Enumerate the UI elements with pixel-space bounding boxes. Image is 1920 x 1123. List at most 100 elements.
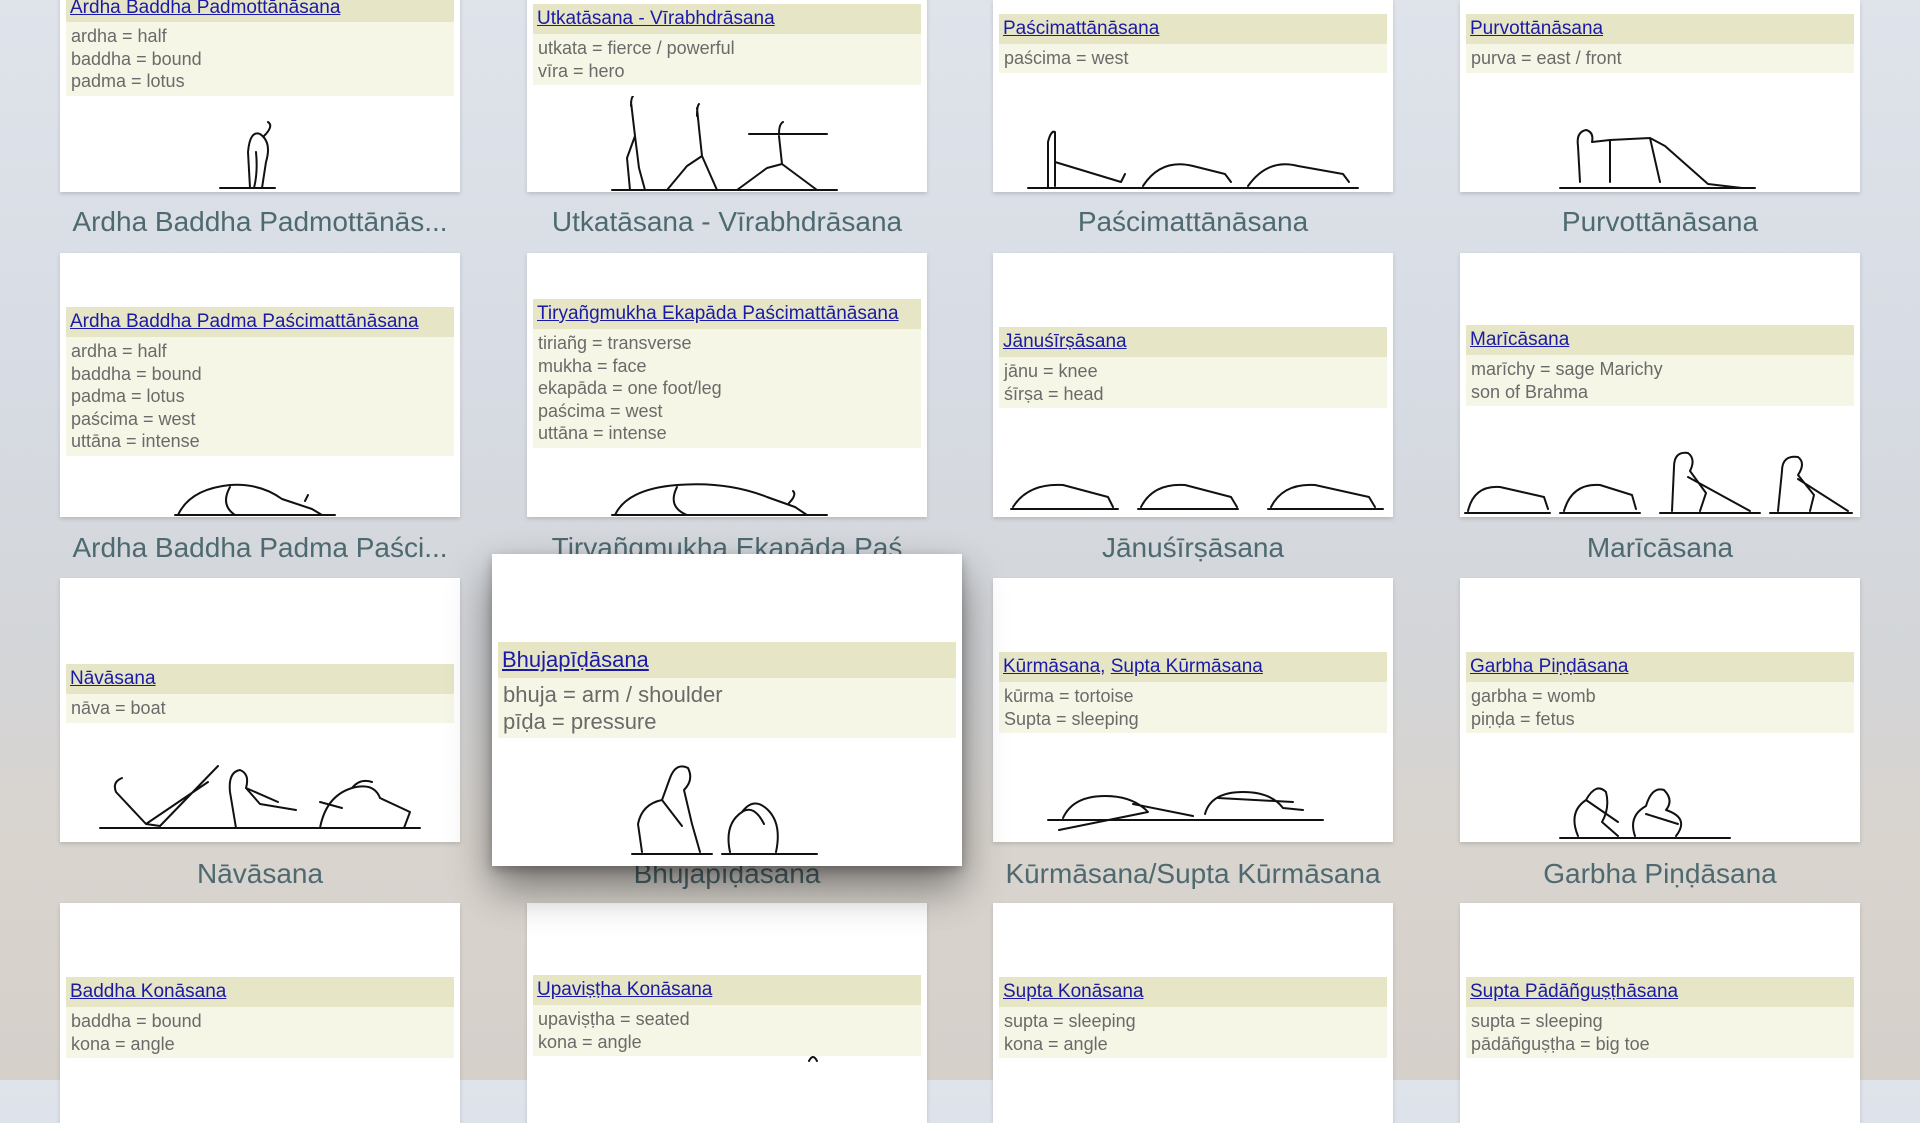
pose-definitions: jānu = knee śīrṣa = head (999, 357, 1387, 408)
pose-definitions: garbha = womb piṇḍa = fetus (1466, 682, 1854, 733)
pose-card-supta-padangusthasana[interactable]: Supta Pādāñguṣṭhāsana supta = sleeping p… (1460, 903, 1860, 1123)
definition-line: vīra = hero (538, 60, 625, 81)
definition-line: kona = angle (71, 1033, 175, 1054)
pose-caption: Utkatāsana - Vīrabhdrāsana (551, 206, 903, 237)
pose-definitions: upaviṣṭha = seated kona = angle (533, 1005, 921, 1056)
pose-card-bhujapidasana-focused[interactable]: Bhujapīḍāsana bhuja = arm / shoulder pīḍ… (492, 554, 962, 866)
pose-title: Baddha Konāsana (66, 977, 454, 1007)
definition-line: ekapāda = one foot/leg (538, 378, 722, 398)
pose-card-pascimattanasana[interactable]: Paścimattānāsana paścima = west (993, 0, 1393, 192)
pose-card-navasana[interactable]: Nāvāsana nāva = boat (60, 578, 460, 842)
definition-line: kūrma = tortoise (1004, 686, 1134, 706)
pose-card-baddha-konasana[interactable]: Baddha Konāsana baddha = bound kona = an… (60, 903, 460, 1123)
definition-line: paścima = west (1004, 48, 1129, 68)
pose-title: Garbha Piṇḍāsana (1466, 652, 1854, 682)
definition-line: baddha = bound (71, 48, 202, 69)
pose-link[interactable]: Supta Kūrmāsana (1111, 656, 1263, 677)
pose-definitions: ardha = half baddha = bound padma = lotu… (66, 22, 454, 96)
pose-card-garbha-pindasana[interactable]: Garbha Piṇḍāsana garbha = womb piṇḍa = f… (1460, 578, 1860, 842)
pose-link[interactable]: Marīcāsana (1470, 329, 1569, 350)
pose-definitions: bhuja = arm / shoulder pīḍa = pressure (498, 678, 956, 738)
pose-link[interactable]: Upaviṣṭha Konāsana (537, 979, 712, 1000)
pose-caption: Ardha Baddha Padmottānās... (72, 206, 448, 237)
definition-line: utkata = fierce / powerful (538, 38, 735, 58)
definition-line: ardha = half (71, 341, 167, 361)
pose-caption: Jānuśīrṣāsana (1101, 532, 1285, 563)
pose-link[interactable]: Ardha Baddha Padmottānāsana (70, 0, 340, 18)
definition-line: Supta = sleeping (1004, 708, 1139, 729)
definition-line: upaviṣṭha = seated (538, 1009, 690, 1029)
pose-illustration (60, 465, 460, 517)
definition-line: jānu = knee (1004, 361, 1098, 381)
pose-link[interactable]: Supta Pādāñguṣṭhāsana (1470, 981, 1678, 1002)
definition-line: paścima = west (71, 408, 196, 429)
pose-definitions: supta = sleeping kona = angle (999, 1007, 1387, 1058)
pose-definitions: utkata = fierce / powerful vīra = hero (533, 34, 921, 85)
definition-line: mukha = face (538, 355, 647, 376)
definition-line: padma = lotus (71, 386, 185, 406)
pose-card-utkatasana[interactable]: Utkatāsana - Vīrabhdrāsana utkata = fier… (527, 0, 927, 192)
pose-card-janusirsasana[interactable]: Jānuśīrṣāsana jānu = knee śīrṣa = head (993, 253, 1393, 517)
pose-illustration (527, 96, 927, 192)
pose-definitions: paścima = west (999, 44, 1387, 73)
definition-line: supta = sleeping (1471, 1011, 1603, 1031)
pose-title: Kūrmāsana, Supta Kūrmāsana (999, 652, 1387, 682)
pose-definitions: tiriañg = transverse mukha = face ekapād… (533, 329, 921, 448)
pose-illustration (60, 742, 460, 842)
definition-line: bhuja = arm / shoulder (503, 682, 723, 707)
pose-card-tiryangmukha-ekapada-pascimattanasana[interactable]: Tiryañgmukha Ekapāda Paścimattānāsana ti… (527, 253, 927, 517)
pose-title: Purvottānāsana (1466, 14, 1854, 44)
pose-link[interactable]: Paścimattānāsana (1003, 18, 1159, 39)
definition-line: nāva = boat (71, 698, 166, 718)
pose-title: Supta Konāsana (999, 977, 1387, 1007)
pose-illustration (993, 752, 1393, 842)
pose-definitions: purva = east / front (1466, 44, 1854, 73)
pose-link[interactable]: Garbha Piṇḍāsana (1470, 656, 1628, 677)
pose-link[interactable]: Purvottānāsana (1470, 18, 1603, 39)
pose-caption: Garbha Piṇḍāsana (1543, 858, 1777, 889)
definition-line: padma = lotus (71, 71, 185, 91)
definition-line: marīchy = sage Marichy (1471, 359, 1663, 379)
pose-definitions: nāva = boat (66, 694, 454, 723)
pose-card-maricasana[interactable]: Marīcāsana marīchy = sage Marichy son of… (1460, 253, 1860, 517)
definition-line: kona = angle (1004, 1033, 1108, 1054)
pose-link[interactable]: Jānuśīrṣāsana (1003, 331, 1127, 352)
pose-link[interactable]: Nāvāsana (70, 668, 156, 689)
pose-definitions: supta = sleeping pādāñguṣṭha = big toe (1466, 1007, 1854, 1058)
pose-link[interactable]: Tiryañgmukha Ekapāda Paścimattānāsana (537, 303, 899, 324)
pose-card-supta-konasana[interactable]: Supta Konāsana supta = sleeping kona = a… (993, 903, 1393, 1123)
pose-link[interactable]: Ardha Baddha Padma Paścimattānāsana (70, 311, 419, 332)
definition-line: purva = east / front (1471, 48, 1622, 68)
pose-illustration (1460, 437, 1860, 517)
pose-card-ardha-baddha-padmottanasana[interactable]: Ardha Baddha Padmottānāsana ardha = half… (60, 0, 460, 192)
pose-link[interactable]: Supta Konāsana (1003, 981, 1144, 1002)
pose-caption: Ardha Baddha Padma Paści... (72, 532, 448, 563)
definition-line: paścima = west (538, 400, 663, 421)
pose-link[interactable]: Bhujapīḍāsana (502, 647, 649, 672)
pose-link[interactable]: Baddha Konāsana (70, 981, 226, 1002)
definition-line: garbha = womb (1471, 686, 1596, 706)
definition-line: baddha = bound (71, 363, 202, 384)
pose-illustration (492, 754, 962, 866)
pose-title: Tiryañgmukha Ekapāda Paścimattānāsana (533, 299, 921, 329)
pose-illustration (993, 102, 1393, 192)
pose-definitions: kūrma = tortoise Supta = sleeping (999, 682, 1387, 733)
pose-title: Utkatāsana - Vīrabhdrāsana (533, 4, 921, 34)
pose-caption: Nāvāsana (196, 858, 324, 889)
pose-caption: Paścimattānāsana (1077, 206, 1309, 237)
pose-title: Jānuśīrṣāsana (999, 327, 1387, 357)
pose-caption: Marīcāsana (1586, 532, 1734, 563)
pose-link[interactable]: Utkatāsana - Vīrabhdrāsana (537, 8, 775, 29)
definition-line: tiriañg = transverse (538, 333, 692, 353)
definition-line: śīrṣa = head (1004, 383, 1104, 404)
pose-caption: Kūrmāsana/Supta Kūrmāsana (1005, 858, 1381, 889)
definition-line: supta = sleeping (1004, 1011, 1136, 1031)
definition-line: kona = angle (538, 1031, 642, 1052)
pose-card-kurmasana[interactable]: Kūrmāsana, Supta Kūrmāsana kūrma = torto… (993, 578, 1393, 842)
pose-title: Supta Pādāñguṣṭhāsana (1466, 977, 1854, 1007)
pose-title: Upaviṣṭha Konāsana (533, 975, 921, 1005)
pose-link[interactable]: Kūrmāsana (1003, 656, 1100, 677)
pose-card-upavistha-konasana[interactable]: Upaviṣṭha Konāsana upaviṣṭha = seated ko… (527, 903, 927, 1123)
pose-card-ardha-baddha-padma-pascimattanasana[interactable]: Ardha Baddha Padma Paścimattānāsana ardh… (60, 253, 460, 517)
pose-card-purvottanasana[interactable]: Purvottānāsana purva = east / front (1460, 0, 1860, 192)
